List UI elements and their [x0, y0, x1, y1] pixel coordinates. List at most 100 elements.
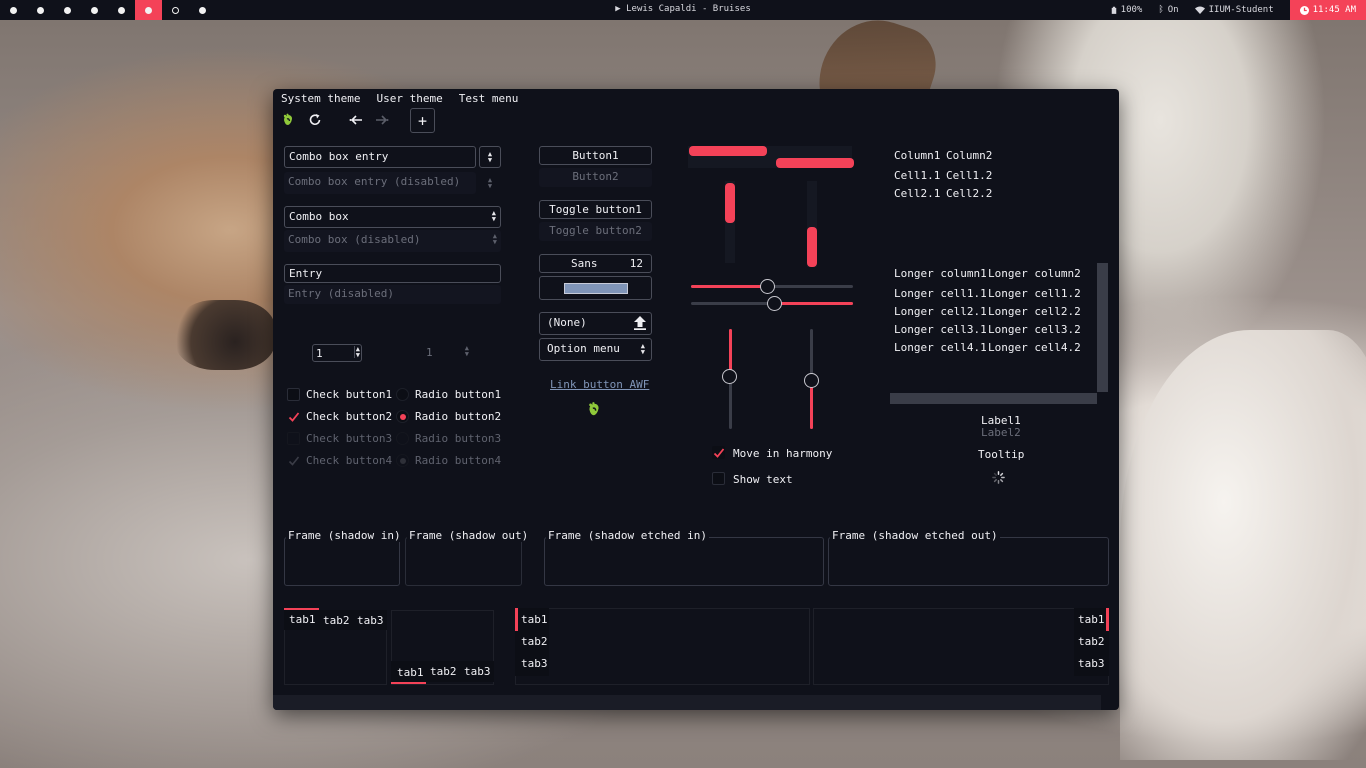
table2-cell[interactable]: Longer cell1.1: [894, 287, 987, 300]
table2-cell[interactable]: Longer cell2.2: [988, 305, 1081, 318]
tooltip-label[interactable]: Tooltip: [978, 448, 1024, 461]
color-swatch: [564, 283, 628, 294]
refresh-button[interactable]: [304, 109, 326, 131]
tab-left-3[interactable]: tab3: [521, 657, 548, 670]
move-in-harmony-check[interactable]: [712, 446, 725, 459]
refresh-icon: [309, 114, 321, 126]
table1-cell[interactable]: Cell2.1: [894, 187, 940, 200]
tab-bottom-1[interactable]: tab1: [397, 666, 424, 679]
combo-box-disabled: Combo box (disabled) ▲ ▼: [284, 230, 501, 252]
combo-box[interactable]: Combo box ▲ ▼: [284, 206, 501, 228]
play-icon[interactable]: ▶: [615, 4, 620, 14]
v-scale-2-knob[interactable]: [804, 373, 819, 388]
back-button[interactable]: [345, 109, 367, 131]
workspace-5[interactable]: [108, 0, 135, 20]
radio-selected-dot: [400, 414, 406, 420]
table2-cell[interactable]: Longer cell4.2: [988, 341, 1081, 354]
h-scale-2-knob[interactable]: [767, 296, 782, 311]
horizontal-scrollbar[interactable]: [890, 393, 1097, 404]
tab-right-1[interactable]: tab1: [1078, 613, 1105, 626]
color-button[interactable]: [539, 276, 652, 300]
vertical-progress-bar-2: [807, 227, 817, 267]
menu-test-menu[interactable]: Test menu: [459, 91, 519, 106]
now-playing-title[interactable]: Lewis Capaldi - Bruises: [626, 4, 751, 14]
radio-button-1[interactable]: [396, 388, 409, 401]
radio-button-1-label[interactable]: Radio button1: [415, 388, 501, 401]
option-menu[interactable]: Option menu ▲ ▼: [539, 338, 652, 361]
show-text-label[interactable]: Show text: [733, 473, 793, 486]
workspace-6-active[interactable]: [135, 0, 162, 20]
table1-cell[interactable]: Cell2.2: [946, 187, 992, 200]
toggle-button-1[interactable]: Toggle button1: [539, 200, 652, 219]
tab-top-2[interactable]: tab2: [323, 614, 350, 627]
move-in-harmony-label[interactable]: Move in harmony: [733, 447, 832, 460]
check-button-1-label[interactable]: Check button1: [306, 388, 392, 401]
active-tab-indicator: [515, 608, 518, 631]
menubar: System theme User theme Test menu: [281, 91, 518, 106]
v-scale-1-knob[interactable]: [722, 369, 737, 384]
button-1[interactable]: Button1: [539, 146, 652, 165]
table2-cell[interactable]: Longer cell3.1: [894, 323, 987, 336]
tab-top-3[interactable]: tab3: [357, 614, 384, 627]
table2-cell[interactable]: Longer cell2.1: [894, 305, 987, 318]
clock[interactable]: 11:45 AM: [1289, 0, 1366, 20]
updown-arrows-icon[interactable]: ▲ ▼: [353, 346, 360, 359]
tab-right-2[interactable]: tab2: [1078, 635, 1105, 648]
tab-top-1[interactable]: tab1: [289, 613, 316, 626]
vertical-scrollbar[interactable]: [1097, 263, 1108, 392]
workspace-1[interactable]: [0, 0, 27, 20]
spinner-icon: [992, 471, 1005, 484]
toggle-button-2-disabled: Toggle button2: [539, 222, 652, 241]
spin-button-value: 1: [316, 347, 323, 360]
add-button[interactable]: +: [410, 108, 435, 133]
tab-left-1[interactable]: tab1: [521, 613, 548, 626]
notebook-right: [813, 608, 1109, 685]
table2-cell[interactable]: Longer cell1.2: [988, 287, 1081, 300]
forward-button[interactable]: [371, 109, 393, 131]
radio-button-2-label[interactable]: Radio button2: [415, 410, 501, 423]
battery-indicator[interactable]: 100%: [1111, 5, 1142, 15]
workspace-3[interactable]: [54, 0, 81, 20]
workspace-2[interactable]: [27, 0, 54, 20]
check-button-2[interactable]: [287, 410, 300, 423]
radio-button-2[interactable]: [396, 410, 409, 423]
h-scale-1-knob[interactable]: [760, 279, 775, 294]
link-button[interactable]: Link button AWF: [550, 378, 649, 391]
table2-cell[interactable]: Longer cell4.1: [894, 341, 987, 354]
radio-button-3: [396, 432, 409, 445]
tab-right-3[interactable]: tab3: [1078, 657, 1105, 670]
tab-bottom-3[interactable]: tab3: [464, 665, 491, 678]
tab-left-2[interactable]: tab2: [521, 635, 548, 648]
spin-button-disabled-value: 1: [426, 346, 433, 359]
wallpaper-dog-paw: [175, 300, 275, 370]
check-button-2-label[interactable]: Check button2: [306, 410, 392, 423]
gtk-widget-factory-window: System theme User theme Test menu + Comb…: [273, 89, 1119, 710]
wifi-indicator[interactable]: IIUM-Student: [1194, 5, 1274, 15]
table2-header-col2[interactable]: Longer column2: [988, 267, 1081, 280]
combo-box-entry-toggle[interactable]: ▲ ▼: [479, 146, 501, 168]
table1-header-col1[interactable]: Column1: [894, 149, 940, 162]
font-button[interactable]: Sans 12: [539, 254, 652, 273]
workspace-7-empty[interactable]: [162, 0, 189, 20]
check-button-1[interactable]: [287, 388, 300, 401]
spin-button[interactable]: 1 ▲ ▼: [312, 344, 362, 362]
combo-box-entry[interactable]: Combo box entry: [284, 146, 476, 168]
gnome-foot-button[interactable]: [277, 109, 299, 131]
table1-cell[interactable]: Cell1.2: [946, 169, 992, 182]
menu-user-theme[interactable]: User theme: [376, 91, 442, 106]
table2-header-col1[interactable]: Longer column1: [894, 267, 987, 280]
entry[interactable]: Entry: [284, 264, 501, 283]
table1-header-col2[interactable]: Column2: [946, 149, 992, 162]
workspace-8[interactable]: [189, 0, 216, 20]
table1-cell[interactable]: Cell1.1: [894, 169, 940, 182]
bluetooth-indicator[interactable]: ᛒ On: [1158, 5, 1178, 15]
table2-cell[interactable]: Longer cell3.2: [988, 323, 1081, 336]
tab-bottom-2[interactable]: tab2: [430, 665, 457, 678]
frame-shadow-in-label: Frame (shadow in): [286, 529, 403, 542]
v-scale-2-fill: [810, 381, 813, 429]
file-chooser-button[interactable]: (None): [539, 312, 652, 335]
show-text-check[interactable]: [712, 472, 725, 485]
updown-arrows-icon: ▲ ▼: [464, 344, 469, 358]
menu-system-theme[interactable]: System theme: [281, 91, 360, 106]
workspace-4[interactable]: [81, 0, 108, 20]
